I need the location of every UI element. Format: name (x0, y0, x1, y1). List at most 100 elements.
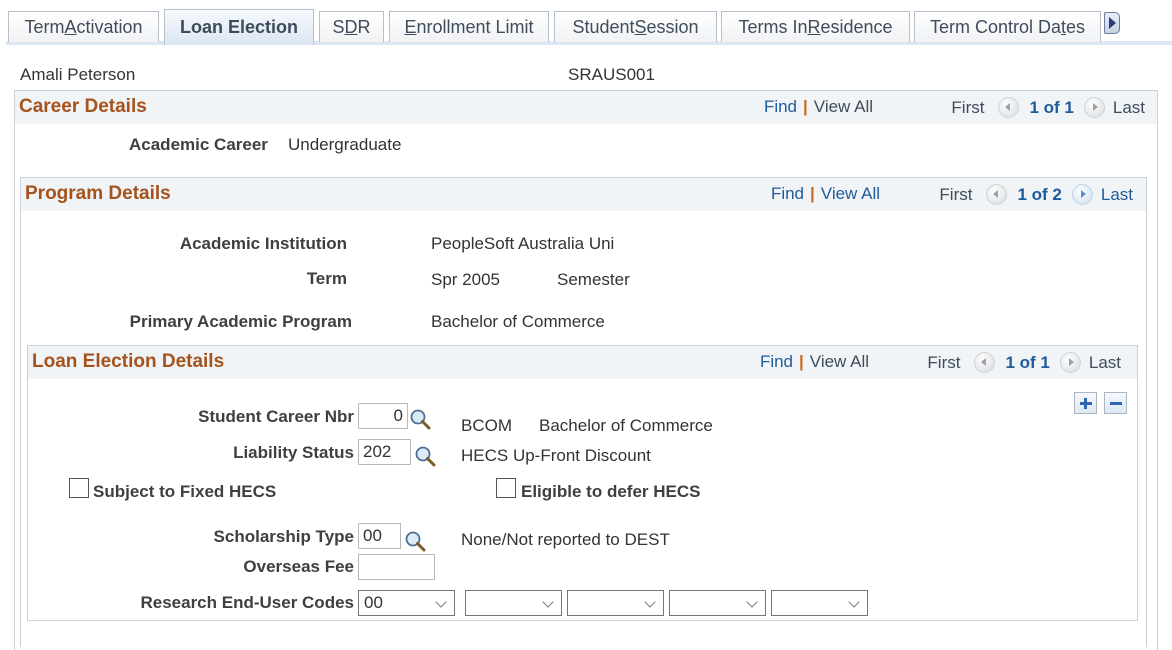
program-nav-links: Find | View All (771, 184, 880, 204)
research-codes-label: Research End-User Codes (140, 593, 354, 612)
career-desc-value: Bachelor of Commerce (539, 416, 713, 435)
loan-election-group: Loan Election Details Find | View All Fi… (27, 345, 1138, 621)
liability-desc-value: HECS Up-Front Discount (461, 446, 651, 465)
tab-label: nrollment Limit (416, 16, 534, 37)
student-career-nbr-input[interactable] (358, 403, 408, 429)
program-pager: First 1 of 2 Last (939, 184, 1133, 205)
previous-row-icon[interactable] (986, 184, 1008, 205)
academic-career-value: Undergraduate (288, 135, 402, 154)
primary-program-label: Primary Academic Program (129, 312, 352, 331)
nav-separator: | (803, 97, 808, 116)
tab-label: Term Control Da (929, 16, 1061, 37)
first-link[interactable]: First (927, 353, 960, 373)
tab-label: R (357, 16, 371, 37)
previous-row-icon[interactable] (974, 352, 996, 373)
first-link[interactable]: First (939, 185, 972, 205)
tab-bar: Term Activation Loan Election SDR Enroll… (0, 0, 1172, 46)
fixed-hecs-label: Subject to Fixed HECS (93, 482, 277, 501)
chevron-down-icon (848, 596, 860, 608)
tab-terms-in-residence[interactable]: Terms In Residence (721, 11, 910, 42)
delete-row-button[interactable] (1104, 392, 1127, 414)
tab-loan-election[interactable]: Loan Election (164, 9, 314, 45)
tab-label: Term (24, 16, 65, 37)
first-link[interactable]: First (951, 98, 984, 118)
last-link[interactable]: Last (1089, 353, 1121, 373)
student-id: SRAUS001 (568, 65, 655, 84)
research-code-value: 00 (364, 593, 383, 612)
tab-enrollment-limit[interactable]: Enrollment Limit (389, 11, 549, 42)
tab-student-session[interactable]: Student Session (554, 11, 717, 42)
next-row-icon[interactable] (1071, 184, 1093, 205)
tab-label: S (332, 16, 345, 37)
view-all-link[interactable]: View All (810, 352, 869, 372)
tab-scroll-right-icon[interactable] (1104, 12, 1120, 34)
chevron-down-icon (644, 596, 656, 608)
career-nav-links: Find | View All (764, 97, 873, 117)
liability-status-input[interactable] (358, 439, 411, 465)
career-details-title: Career Details (19, 96, 147, 117)
chevron-down-icon (746, 596, 758, 608)
liability-status-lookup-icon[interactable] (414, 445, 436, 467)
research-code-select-4[interactable] (669, 590, 766, 616)
view-all-link[interactable]: View All (814, 97, 873, 117)
liability-status-label: Liability Status (233, 443, 354, 462)
loan-election-title: Loan Election Details (32, 351, 225, 372)
plus-icon-stroke (1084, 398, 1087, 409)
chevron-down-icon (542, 596, 554, 608)
student-name: Amali Peterson (20, 65, 136, 84)
academic-institution-label: Academic Institution (179, 234, 347, 253)
loan-election-header: Loan Election Details Find | View All Fi… (28, 346, 1137, 379)
tab-label: esidence (820, 16, 893, 37)
view-all-link[interactable]: View All (821, 184, 880, 204)
minus-icon (1110, 402, 1122, 405)
student-career-nbr-label: Student Career Nbr (198, 407, 354, 426)
find-link[interactable]: Find (760, 352, 793, 372)
tab-accesskey: E (404, 16, 417, 37)
scholarship-type-input[interactable] (358, 523, 401, 549)
tab-label: Terms In (738, 16, 808, 37)
defer-hecs-checkbox[interactable] (496, 478, 516, 498)
nav-separator: | (799, 352, 804, 371)
next-row-icon[interactable] (1059, 352, 1081, 373)
previous-row-icon[interactable] (998, 97, 1020, 118)
academic-career-label: Academic Career (129, 135, 268, 154)
overseas-fee-input[interactable] (358, 554, 435, 580)
tab-label: Loan Election (179, 17, 298, 37)
find-link[interactable]: Find (771, 184, 804, 204)
scholarship-type-lookup-icon[interactable] (404, 530, 426, 552)
defer-hecs-label: Eligible to defer HECS (521, 482, 701, 501)
loan-nav-links: Find | View All (760, 352, 869, 372)
tab-accesskey: A (64, 16, 77, 37)
term-type-value: Semester (557, 270, 630, 289)
academic-institution-value: PeopleSoft Australia Uni (431, 234, 615, 253)
last-link[interactable]: Last (1113, 98, 1145, 118)
research-code-select-5[interactable] (771, 590, 868, 616)
fixed-hecs-checkbox[interactable] (69, 478, 89, 498)
overseas-fee-label: Overseas Fee (243, 557, 354, 576)
tab-term-activation[interactable]: Term Activation (8, 11, 159, 42)
program-details-header: Program Details Find | View All First 1 … (21, 178, 1146, 211)
research-code-select-1[interactable]: 00 (358, 590, 455, 616)
scholarship-type-label: Scholarship Type (213, 527, 354, 546)
chevron-down-icon (435, 596, 447, 608)
primary-program-value: Bachelor of Commerce (431, 312, 605, 331)
scholarship-desc-value: None/Not reported to DEST (461, 530, 670, 549)
career-code-value: BCOM (461, 416, 512, 435)
row-count: 1 of 1 (1005, 352, 1050, 372)
research-code-select-2[interactable] (465, 590, 562, 616)
tab-accesskey: R (807, 16, 821, 37)
tab-term-control-dates[interactable]: Term Control Da t es (914, 11, 1101, 42)
student-career-nbr-lookup-icon[interactable] (409, 408, 431, 430)
program-details-title: Program Details (25, 183, 171, 204)
row-count: 1 of 2 (1017, 184, 1062, 204)
research-code-select-3[interactable] (567, 590, 664, 616)
find-link[interactable]: Find (764, 97, 797, 117)
loan-pager: First 1 of 1 Last (927, 352, 1121, 373)
last-link[interactable]: Last (1101, 185, 1133, 205)
tab-sdr[interactable]: SDR (319, 11, 384, 42)
career-details-header: Career Details Find | View All First 1 o… (15, 91, 1157, 124)
term-value: Spr 2005 (431, 270, 500, 289)
add-row-button[interactable] (1074, 392, 1097, 414)
next-row-icon[interactable] (1083, 97, 1105, 118)
row-count: 1 of 1 (1029, 97, 1074, 117)
